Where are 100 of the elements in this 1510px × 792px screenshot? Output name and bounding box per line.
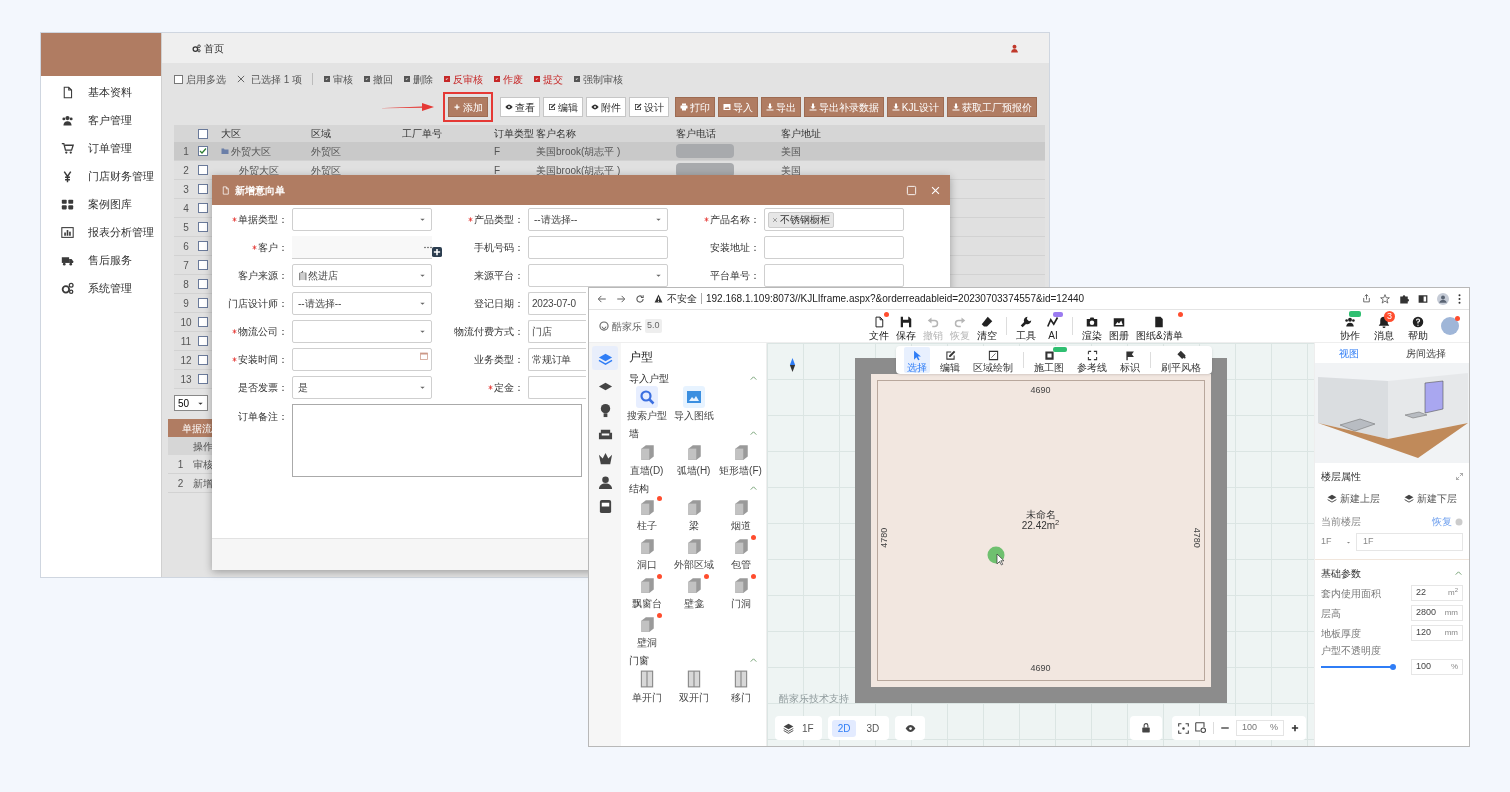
select-field[interactable] [292,320,432,343]
toolbar-button[interactable]: 附件 [585,97,626,117]
number-field[interactable]: 100 % [1411,659,1463,675]
toolbar-button[interactable]: 导出补录数据 [803,97,884,117]
toolbar-button[interactable]: 消息 3 [1373,311,1395,341]
multi-select-checkbox[interactable]: 启用多选 [174,71,226,87]
panel-item[interactable]: 弧墙(H) [670,441,717,477]
sidebar-item[interactable]: 案例图库 [41,190,161,218]
fit-view-icon[interactable] [1178,722,1189,734]
row-checkbox[interactable] [198,298,208,308]
row-checkbox[interactable] [198,336,208,346]
panel-item[interactable]: 导入图纸 [670,386,717,422]
forward-icon[interactable] [616,293,626,304]
select-field[interactable]: 是 [292,376,432,399]
zoom-area-icon[interactable] [1195,722,1207,734]
toolbar-button[interactable]: 图册 [1109,311,1129,341]
panel-item[interactable]: 飘窗台 [623,574,670,610]
panel-item[interactable]: 单开门 [623,668,670,704]
back-icon[interactable] [597,293,607,304]
lock-button[interactable] [1130,716,1162,740]
maximize-icon[interactable] [906,184,917,196]
toolbar-button[interactable]: 导出 [760,97,801,117]
tag-chip[interactable]: 不锈钢橱柜 [768,211,834,228]
row-checkbox[interactable] [198,184,208,194]
panel-item[interactable]: 搜索户型 [623,386,670,422]
select-field[interactable]: 自然进店 [292,264,432,287]
toolbar-action-button[interactable]: 提交 [533,71,564,87]
tool-tab[interactable]: 施工图 [1031,347,1067,373]
table-row[interactable]: 1 外贸大区 外贸区 F 美国brook(胡志平 ) 美国 [174,142,1045,161]
number-field[interactable]: 2800 mm [1411,605,1463,621]
text-field[interactable]: 常规订单 [528,348,586,371]
panel-item[interactable]: 移门 [717,668,764,704]
tool-tab[interactable]: 刷平风格 [1158,347,1204,373]
toolbar-button[interactable]: 导入 [717,97,758,117]
row-checkbox[interactable] [198,165,208,175]
toolbar-button[interactable]: 编辑 [542,97,583,117]
panel-tab[interactable]: 视图 [1338,345,1359,361]
toolbar-button[interactable]: 图纸&清单 [1136,311,1183,341]
panel-item[interactable]: 门洞 [717,574,764,610]
panel-item[interactable]: 烟道 [717,496,764,532]
puzzle-icon[interactable] [1399,293,1409,304]
text-field[interactable] [528,376,586,399]
panel-item[interactable]: 包管 [717,535,764,571]
toolbar-button[interactable]: 渲染 [1082,311,1102,341]
toolbar-button[interactable]: 清空 [977,311,997,341]
toolbar-button[interactable]: AI [1043,311,1063,341]
toolbar-button[interactable]: 获取工厂预报价 [947,97,1037,117]
reload-icon[interactable] [635,293,645,304]
home-tab[interactable]: 首页 [192,40,224,56]
date-field[interactable] [292,348,432,371]
panel-item[interactable]: 梁 [670,496,717,532]
slider-thumb[interactable] [1390,664,1396,670]
row-checkbox[interactable] [198,203,208,213]
sidebar-item[interactable]: 售后服务 [41,246,161,274]
tool-tab[interactable]: 选择 [904,347,930,373]
row-checkbox[interactable] [198,374,208,384]
tool-tab[interactable]: 区域绘制 [970,347,1016,373]
row-checkbox[interactable] [198,146,208,156]
panel-item[interactable]: 壁龛 [670,574,717,610]
sidebar-item[interactable]: 门店财务管理 [41,162,161,190]
panel-item[interactable]: 洞口 [623,535,670,571]
toolbar-action-button[interactable]: 撤回 [363,71,394,87]
toolbar-button[interactable]: 保存 [896,311,916,341]
toolbar-button[interactable]: 查看 [499,97,540,117]
room-floor[interactable]: 4690 4690 4780 4780 未命名 22.42m$^{2}$ [870,374,1211,687]
toolbar-action-button[interactable]: 反审核 [443,71,484,87]
profile-icon[interactable] [1437,292,1449,305]
plus-icon[interactable] [1290,723,1300,733]
toolbar-button[interactable]: 工具 [1016,311,1036,341]
avatar[interactable] [1441,317,1459,335]
tool-tab[interactable]: 标识 [1117,347,1143,373]
toolbar-button[interactable]: 设计 [628,97,669,117]
row-checkbox[interactable] [198,279,208,289]
text-field[interactable] [528,236,668,259]
text-field[interactable]: 门店 [528,320,586,343]
sidebar-item[interactable]: 系统管理 [41,274,161,302]
toolbar-action-button[interactable]: 强制审核 [573,71,624,87]
row-checkbox[interactable] [198,260,208,270]
select-field[interactable] [292,208,432,231]
select-field[interactable] [528,264,668,287]
panel-tab[interactable]: 房间选择 [1405,345,1446,361]
url-text[interactable]: 192.168.1.109:8073//KJLIframe.aspx?&orderreadableid=20230703374557&id=12440 [706,291,1085,306]
star-icon[interactable] [1380,293,1390,304]
panel-item[interactable]: 柱子 [623,496,670,532]
page-size-select[interactable]: 50 [174,395,208,411]
panel-item[interactable]: 壁洞 [623,613,670,649]
text-field[interactable]: 2023-07-0 [528,292,586,315]
floor-name-field[interactable]: 1F [1356,533,1463,551]
toolbar-button[interactable]: 帮助 [1407,311,1429,341]
toolbar-action-button[interactable]: 删除 [403,71,434,87]
sidebar-item[interactable]: 报表分析管理 [41,218,161,246]
floor-button[interactable]: 1F [775,716,822,740]
select-field[interactable]: --请选择-- [528,208,668,231]
zoom-field[interactable]: 100 % [1236,720,1284,736]
sidebar-item[interactable]: 订单管理 [41,134,161,162]
number-field[interactable]: 22 m$^{2}$ [1411,585,1463,601]
toolbar-button[interactable]: 协作 [1339,311,1361,341]
panel-item[interactable]: 外部区域 [670,535,717,571]
panel-item[interactable]: 双开门 [670,668,717,704]
share-icon[interactable] [1362,294,1371,303]
